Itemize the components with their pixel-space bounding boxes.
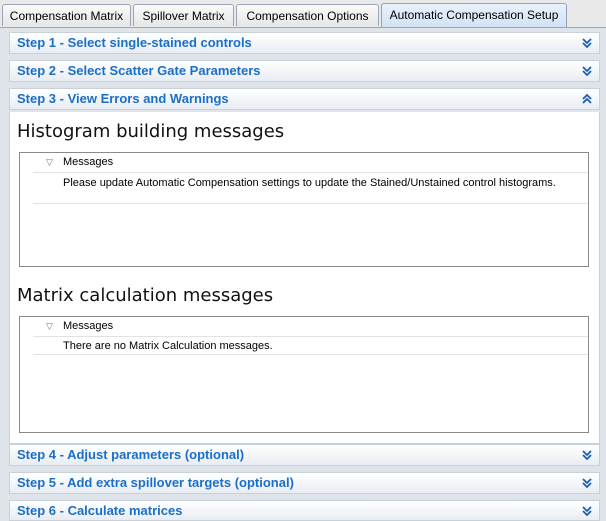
matrix-messages-grid: ▽ Messages There are no Matrix Calculati…	[19, 316, 589, 433]
step-3-label: Step 3 - View Errors and Warnings	[17, 91, 229, 106]
double-chevron-down-icon[interactable]	[581, 449, 593, 461]
matrix-message-row[interactable]: There are no Matrix Calculation messages…	[63, 340, 563, 353]
filter-icon[interactable]: ▽	[46, 317, 53, 336]
double-chevron-up-icon[interactable]	[581, 93, 593, 105]
histogram-messages-column-header[interactable]: ▽ Messages	[33, 153, 588, 173]
step-6-label: Step 6 - Calculate matrices	[17, 503, 183, 518]
tab-bar: Compensation Matrix Spillover Matrix Com…	[0, 0, 606, 28]
matrix-messages-column-header[interactable]: ▽ Messages	[33, 317, 588, 337]
tab-spillover-matrix[interactable]: Spillover Matrix	[133, 4, 234, 26]
histogram-message-row[interactable]: Please update Automatic Compensation set…	[63, 177, 563, 190]
tab-compensation-matrix[interactable]: Compensation Matrix	[2, 4, 131, 26]
double-chevron-down-icon[interactable]	[581, 65, 593, 77]
step-2-label: Step 2 - Select Scatter Gate Parameters	[17, 63, 261, 78]
double-chevron-down-icon[interactable]	[581, 477, 593, 489]
row-separator	[33, 203, 588, 204]
step-1-label: Step 1 - Select single-stained controls	[17, 35, 252, 50]
step-5-header[interactable]: Step 5 - Add extra spillover targets (op…	[9, 472, 600, 494]
step-2-header[interactable]: Step 2 - Select Scatter Gate Parameters	[9, 60, 600, 82]
tab-compensation-options[interactable]: Compensation Options	[236, 4, 379, 26]
step-6-header[interactable]: Step 6 - Calculate matrices	[9, 500, 600, 521]
step-1-header[interactable]: Step 1 - Select single-stained controls	[9, 32, 600, 54]
step-5-label: Step 5 - Add extra spillover targets (op…	[17, 475, 294, 490]
histogram-messages-title: Histogram building messages	[17, 121, 285, 142]
matrix-messages-title: Matrix calculation messages	[17, 285, 274, 306]
double-chevron-down-icon[interactable]	[581, 505, 593, 517]
filter-icon[interactable]: ▽	[46, 153, 53, 172]
matrix-messages-column-label: Messages	[63, 320, 114, 332]
tab-automatic-compensation-setup[interactable]: Automatic Compensation Setup	[381, 3, 567, 27]
histogram-messages-column-label: Messages	[63, 156, 114, 168]
double-chevron-down-icon[interactable]	[581, 37, 593, 49]
histogram-messages-grid: ▽ Messages Please update Automatic Compe…	[19, 152, 589, 267]
step-3-header[interactable]: Step 3 - View Errors and Warnings	[9, 88, 600, 110]
row-separator	[33, 354, 588, 355]
step-4-label: Step 4 - Adjust parameters (optional)	[17, 447, 245, 462]
step-4-header[interactable]: Step 4 - Adjust parameters (optional)	[9, 444, 600, 466]
